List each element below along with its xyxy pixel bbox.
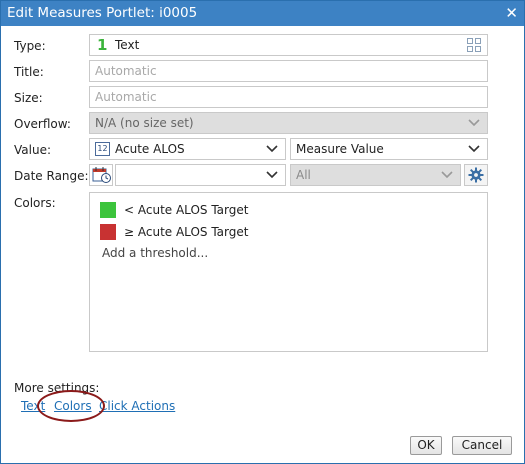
ok-button[interactable]: OK [410, 436, 442, 455]
add-threshold-link[interactable]: Add a threshold... [102, 246, 208, 260]
date-range-value [116, 168, 121, 182]
threshold-row[interactable]: ≥ Acute ALOS Target [90, 223, 487, 241]
size-placeholder: Automatic [95, 90, 157, 104]
size-input[interactable]: Automatic [89, 86, 488, 108]
threshold-text: < Acute ALOS Target [124, 203, 249, 217]
colors-panel: < Acute ALOS Target ≥ Acute ALOS Target … [89, 192, 488, 352]
chevron-down-icon [266, 139, 278, 159]
calendar-clock-icon[interactable] [89, 164, 113, 186]
measure-select[interactable]: 12 Acute ALOS [89, 138, 286, 160]
threshold-text: ≥ Acute ALOS Target [124, 225, 249, 239]
date-range-select[interactable] [115, 164, 286, 186]
title-placeholder: Automatic [95, 64, 157, 78]
period-select: All [290, 164, 461, 186]
overflow-select: N/A (no size set) [89, 112, 488, 134]
edit-measures-dialog: Edit Measures Portlet: i0005 ✕ Type: 1 T… [0, 0, 525, 464]
cancel-button[interactable]: Cancel [452, 436, 512, 455]
value-kind-select[interactable]: Measure Value [290, 138, 488, 160]
value-kind: Measure Value [296, 142, 384, 156]
chevron-down-icon [266, 165, 278, 185]
threshold-row[interactable]: < Acute ALOS Target [90, 201, 487, 219]
overflow-value: N/A (no size set) [95, 116, 194, 130]
type-field[interactable]: 1 Text [89, 34, 488, 56]
value-label: Value: [14, 143, 51, 157]
overflow-label: Overflow: [14, 117, 71, 131]
date-range-label: Date Range: [14, 169, 89, 183]
dialog-title: Edit Measures Portlet: i0005 [7, 5, 198, 21]
chevron-down-icon [468, 113, 480, 133]
colors-label: Colors: [14, 196, 56, 210]
chevron-down-icon [468, 139, 480, 159]
chevron-down-icon [441, 165, 453, 185]
calendar-number-text: 12 [97, 144, 108, 153]
title-label: Title: [14, 65, 44, 79]
dialog-titlebar: Edit Measures Portlet: i0005 ✕ [1, 1, 524, 26]
type-value: Text [115, 38, 140, 52]
period-value: All [296, 168, 311, 182]
title-input[interactable]: Automatic [89, 60, 488, 82]
threshold-swatch[interactable] [100, 202, 116, 218]
gear-icon[interactable] [464, 164, 488, 186]
calendar-number-icon: 12 [95, 142, 110, 156]
grid-icon[interactable] [467, 38, 481, 58]
measure-value: Acute ALOS [115, 142, 185, 156]
click-actions-link[interactable]: Click Actions [99, 399, 175, 413]
size-label: Size: [14, 91, 43, 105]
text-type-icon: 1 [97, 36, 108, 54]
highlight-ring [37, 390, 105, 422]
threshold-swatch[interactable] [100, 224, 116, 240]
type-label: Type: [14, 39, 46, 53]
close-icon[interactable]: ✕ [505, 1, 518, 26]
